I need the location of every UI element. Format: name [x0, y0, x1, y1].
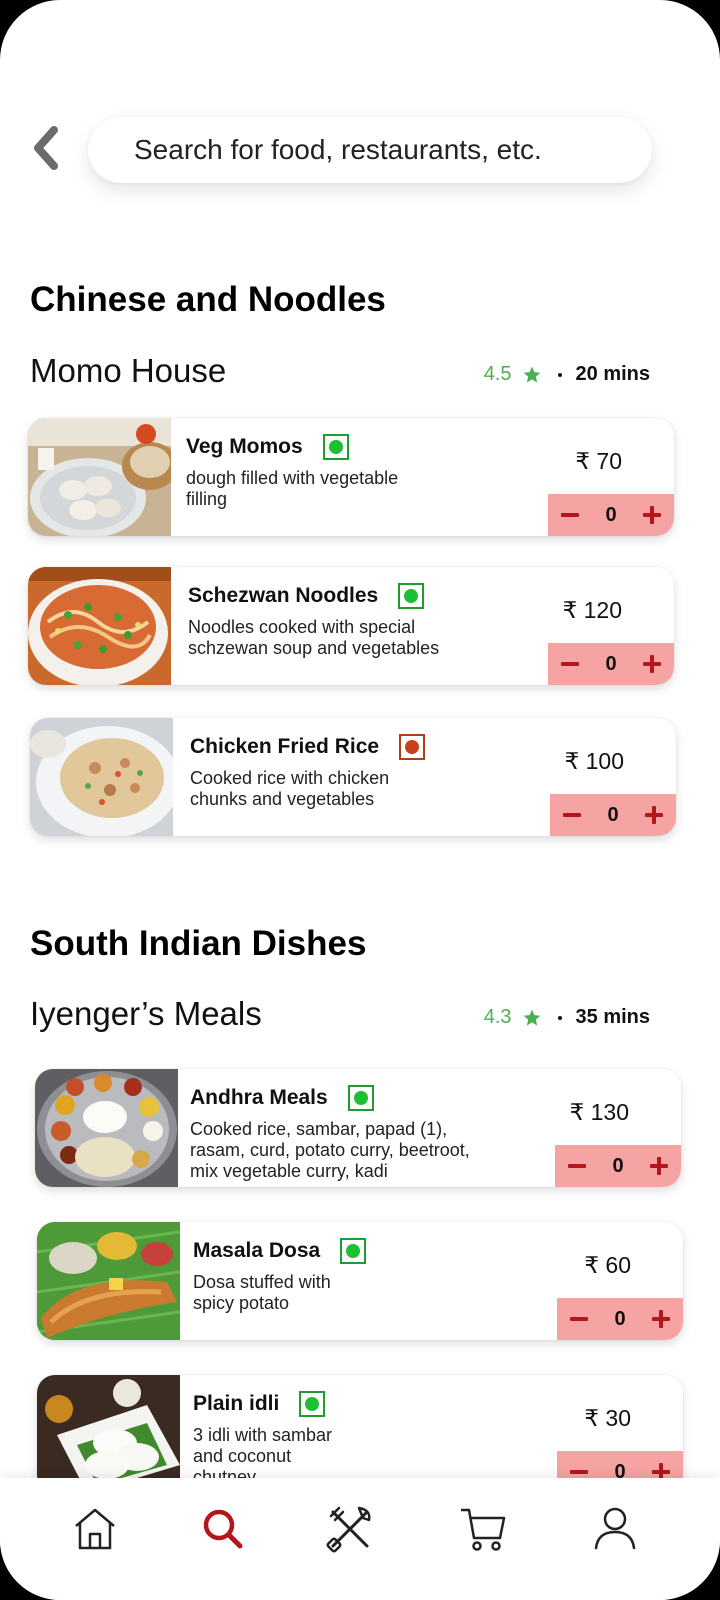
item-description: dough filled with vegetable filling: [186, 468, 399, 509]
item-description: Cooked rice, sambar, papad (1), rasam, c…: [190, 1119, 470, 1181]
rating-value: 4.3: [483, 1006, 512, 1028]
veg-icon: [299, 1391, 326, 1417]
nav-home[interactable]: [70, 1504, 120, 1554]
minus-icon[interactable]: [567, 1307, 591, 1331]
veg-icon: [340, 1238, 367, 1264]
nav-cart[interactable]: [458, 1504, 508, 1554]
restaurant-meta: 4.3 35 mins: [484, 1006, 650, 1029]
food-card-body: Andhra Meals Cooked rice, sambar, papad …: [190, 1085, 530, 1182]
plus-icon[interactable]: [649, 1307, 673, 1331]
item-price: ₹ 130: [569, 1099, 629, 1125]
section-title: Chinese and Noodles: [30, 280, 386, 319]
veg-icon: [322, 434, 349, 460]
item-name: Masala Dosa: [193, 1239, 321, 1262]
veg-icon: [347, 1085, 374, 1111]
quantity-value: 0: [607, 803, 619, 826]
food-card-body: Chicken Fried Rice Cooked rice with chic…: [190, 734, 530, 810]
search-input[interactable]: Search for food, restaurants, etc.: [88, 117, 652, 183]
food-card[interactable]: Chicken Fried Rice Cooked rice with chic…: [30, 718, 676, 836]
item-description: Cooked rice with chicken chunks and vege…: [190, 768, 390, 809]
minus-icon[interactable]: [560, 803, 584, 827]
cart-icon: [461, 1508, 506, 1551]
quantity-value: 0: [614, 1307, 626, 1330]
food-card-body: Masala Dosa Dosa stuffed with spicy pota…: [193, 1238, 533, 1314]
plus-icon[interactable]: [647, 1154, 671, 1178]
nav-profile[interactable]: [590, 1504, 640, 1554]
item-name: Veg Momos: [186, 435, 303, 458]
item-price: ₹ 30: [584, 1405, 631, 1431]
nav-restaurants[interactable]: [325, 1504, 375, 1554]
star-icon: [523, 366, 540, 382]
food-card-body: Veg Momos dough filled with vegetable fi…: [186, 434, 526, 510]
veg-icon: [398, 583, 425, 609]
separator-dot: [557, 372, 562, 377]
food-card[interactable]: Schezwan Noodles Noodles cooked with spe…: [28, 567, 674, 685]
item-description: Dosa stuffed with spicy potato: [193, 1272, 331, 1313]
food-card[interactable]: Masala Dosa Dosa stuffed with spicy pota…: [37, 1222, 683, 1340]
fork-knife-icon: [326, 1506, 371, 1553]
separator-dot: [557, 1015, 562, 1020]
schezwan-noodles-image: [28, 567, 171, 685]
food-card[interactable]: Plain idli 3 idli with sambar and coconu…: [37, 1375, 683, 1493]
quantity-value: 0: [605, 652, 617, 675]
quantity-value: 0: [612, 1154, 624, 1177]
item-price: ₹ 120: [562, 597, 622, 623]
food-card-body: Plain idli 3 idli with sambar and coconu…: [193, 1391, 533, 1488]
minus-icon[interactable]: [558, 652, 582, 676]
delivery-time: 20 mins: [575, 363, 650, 385]
nav-search[interactable]: [198, 1504, 248, 1554]
item-name: Chicken Fried Rice: [190, 735, 380, 758]
item-price: ₹ 100: [564, 748, 624, 774]
quantity-stepper: 0: [557, 1298, 683, 1340]
item-name: Andhra Meals: [190, 1086, 328, 1109]
item-name: Plain idli: [193, 1392, 280, 1415]
restaurant-meta: 4.5 20 mins: [484, 363, 650, 386]
item-price: ₹ 60: [584, 1252, 631, 1278]
plain-idli-image: [37, 1375, 180, 1493]
quantity-stepper: 0: [548, 494, 674, 536]
nonveg-icon: [399, 734, 426, 760]
rating-value: 4.5: [483, 363, 512, 385]
quantity-stepper: 0: [555, 1145, 681, 1187]
minus-icon[interactable]: [565, 1154, 589, 1178]
restaurant-name[interactable]: Momo House: [30, 352, 226, 390]
veg-momos-image: [28, 418, 171, 536]
app-screen: Search for food, restaurants, etc. Chine…: [0, 0, 720, 1600]
food-card[interactable]: Andhra Meals Cooked rice, sambar, papad …: [35, 1069, 681, 1187]
delivery-time: 35 mins: [575, 1006, 650, 1028]
item-name: Schezwan Noodles: [188, 584, 379, 607]
quantity-value: 0: [605, 503, 617, 526]
food-card-body: Schezwan Noodles Noodles cooked with spe…: [188, 583, 528, 659]
masala-dosa-image: [37, 1222, 180, 1340]
bottom-nav: [0, 1478, 720, 1600]
search-placeholder: Search for food, restaurants, etc.: [134, 134, 542, 165]
item-price: ₹ 70: [575, 448, 622, 474]
back-button[interactable]: [26, 124, 66, 172]
chicken-fried-rice-image: [30, 718, 173, 836]
home-icon: [75, 1508, 115, 1550]
item-description: Noodles cooked with special schzewan sou…: [188, 617, 440, 658]
quantity-stepper: 0: [550, 794, 676, 836]
star-icon: [523, 1009, 540, 1025]
plus-icon[interactable]: [640, 503, 664, 527]
section-title: South Indian Dishes: [30, 924, 367, 963]
restaurant-name[interactable]: Iyenger’s Meals: [30, 995, 262, 1033]
andhra-meals-image: [35, 1069, 178, 1187]
food-card[interactable]: Veg Momos dough filled with vegetable fi…: [28, 418, 674, 536]
search-icon: [203, 1509, 243, 1549]
plus-icon[interactable]: [640, 652, 664, 676]
quantity-stepper: 0: [548, 643, 674, 685]
chevron-left-icon: [34, 126, 58, 170]
minus-icon[interactable]: [558, 503, 582, 527]
plus-icon[interactable]: [642, 803, 666, 827]
profile-icon: [594, 1507, 636, 1550]
